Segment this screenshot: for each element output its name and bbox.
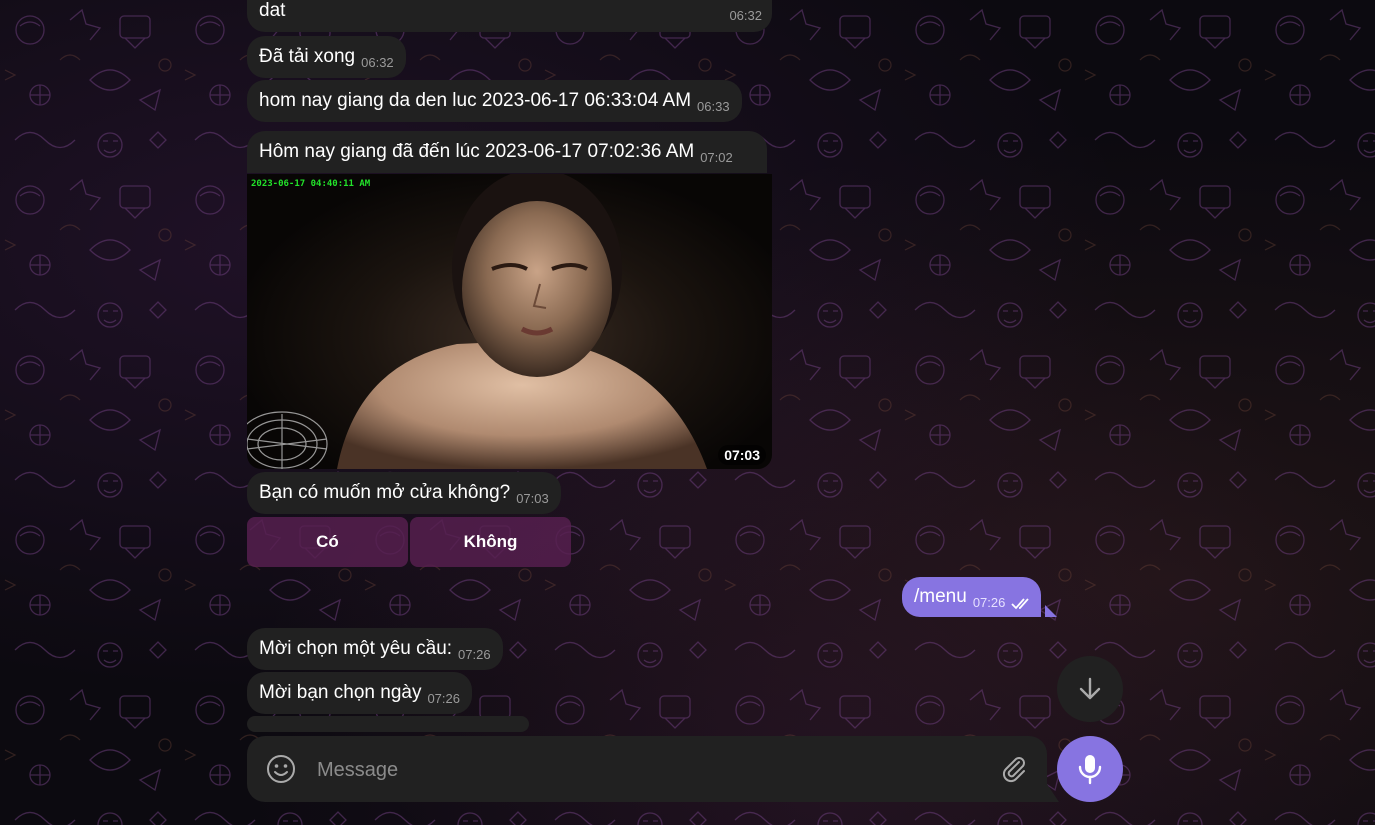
smile-icon[interactable] [265, 753, 297, 785]
message-text: Hôm nay giang đã đến lúc 2023-06-17 07:0… [259, 141, 695, 162]
photo-timestamp-overlay: 2023-06-17 04:40:11 AM [251, 179, 371, 189]
message-bubble: hom nay giang da den luc 2023-06-17 06:3… [247, 80, 742, 122]
outgoing-message-bubble: /menu 07:26 [902, 577, 1042, 617]
message-text: hom nay giang da den luc 2023-06-17 06:3… [259, 90, 692, 111]
message-text: Mời bạn chọn ngày [259, 682, 422, 703]
message-text: dat [259, 0, 286, 21]
message-time: 06:32 [361, 55, 394, 70]
message-input[interactable] [315, 749, 979, 791]
message-bubble: dat 06:32 [247, 0, 772, 32]
message-time: 07:26 [458, 647, 491, 662]
message-time: 07:26 [427, 691, 460, 706]
message-time: 06:32 [729, 8, 762, 23]
message-time: 07:02 [700, 150, 733, 165]
scroll-to-bottom-button[interactable] [1057, 656, 1123, 722]
message-bubble-partial [247, 716, 529, 732]
inline-button-no[interactable]: Không [410, 517, 571, 567]
photo-message[interactable]: 2023-06-17 04:40:11 AM 07:03 [247, 174, 772, 469]
message-text: Bạn có muốn mở cửa không? [259, 482, 511, 503]
message-bubble: Bạn có muốn mở cửa không? 07:03 [247, 472, 561, 514]
message-text: Mời chọn một yêu cầu: [259, 638, 453, 659]
double-check-icon [1011, 598, 1030, 610]
arrow-down-icon [1079, 677, 1101, 700]
message-text: Đã tải xong [259, 46, 356, 67]
inline-button-yes[interactable]: Có [247, 517, 408, 567]
message-composer [247, 736, 1047, 802]
paperclip-icon[interactable] [999, 754, 1029, 784]
message-bubble: Đã tải xong 06:32 [247, 36, 406, 78]
message-time: 07:03 [516, 491, 549, 506]
message-time: 06:33 [697, 99, 730, 114]
message-bubble: Mời bạn chọn ngày 07:26 [247, 672, 472, 714]
webcam-photo [247, 174, 707, 469]
chat-window: dat 06:32 Đã tải xong 06:32 hom nay giang… [0, 0, 1375, 825]
message-text: /menu [914, 586, 967, 607]
message-time: 07:03 [718, 445, 766, 465]
message-time: 07:26 [972, 595, 1006, 610]
microphone-icon [1078, 755, 1102, 785]
record-voice-button[interactable] [1057, 736, 1123, 802]
bubble-tail [1045, 605, 1057, 617]
bubble-tail [1047, 784, 1059, 802]
message-bubble: Mời chọn một yêu cầu: 07:26 [247, 628, 503, 670]
message-bubble: Hôm nay giang đã đến lúc 2023-06-17 07:0… [247, 131, 767, 173]
